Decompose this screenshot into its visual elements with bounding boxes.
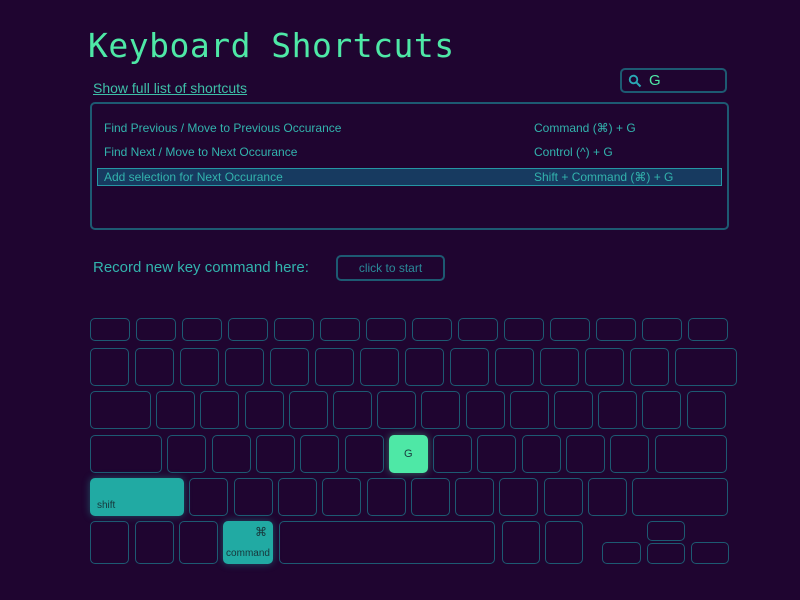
- key[interactable]: [182, 318, 222, 341]
- key[interactable]: [521, 435, 561, 473]
- command-symbol-icon: ⌘: [255, 525, 267, 539]
- key[interactable]: [642, 318, 682, 341]
- key[interactable]: [642, 391, 682, 429]
- key[interactable]: [377, 391, 417, 429]
- key[interactable]: [550, 318, 590, 341]
- key[interactable]: [225, 348, 264, 386]
- key[interactable]: [320, 318, 360, 341]
- key-label: shift: [97, 500, 116, 511]
- key[interactable]: [200, 391, 240, 429]
- key[interactable]: [322, 478, 362, 516]
- key[interactable]: [156, 391, 196, 429]
- key[interactable]: [610, 435, 650, 473]
- key[interactable]: [455, 478, 495, 516]
- key[interactable]: [90, 521, 129, 564]
- key[interactable]: [288, 391, 328, 429]
- key[interactable]: [465, 391, 505, 429]
- key[interactable]: [433, 435, 473, 473]
- key[interactable]: [277, 478, 317, 516]
- key[interactable]: [135, 521, 174, 564]
- key-label: command: [226, 548, 270, 559]
- key[interactable]: [189, 478, 229, 516]
- key[interactable]: [554, 391, 593, 429]
- key[interactable]: [540, 348, 579, 386]
- key[interactable]: [366, 478, 406, 516]
- key[interactable]: [654, 435, 727, 473]
- key[interactable]: [255, 435, 295, 473]
- key-arrow-right[interactable]: [691, 542, 729, 564]
- key[interactable]: [366, 318, 406, 341]
- key[interactable]: [410, 478, 450, 516]
- key[interactable]: [333, 391, 372, 429]
- key-arrow-left[interactable]: [602, 542, 641, 564]
- key[interactable]: [136, 318, 176, 341]
- key[interactable]: [211, 435, 251, 473]
- key-arrow-down[interactable]: [647, 543, 685, 564]
- keyboard-shortcuts-page: Keyboard Shortcuts Show full list of sho…: [0, 0, 800, 600]
- key[interactable]: [228, 318, 268, 341]
- key[interactable]: [274, 318, 314, 341]
- key[interactable]: [90, 318, 130, 341]
- key-arrow-up[interactable]: [647, 521, 685, 541]
- key[interactable]: [405, 348, 444, 386]
- key[interactable]: [588, 478, 627, 516]
- key[interactable]: [632, 478, 729, 516]
- key[interactable]: [179, 521, 218, 564]
- key[interactable]: [90, 391, 151, 429]
- key[interactable]: [495, 348, 534, 386]
- key[interactable]: [458, 318, 498, 341]
- key[interactable]: [450, 348, 489, 386]
- key[interactable]: [630, 348, 669, 386]
- key[interactable]: [509, 391, 549, 429]
- key-g[interactable]: G: [388, 435, 428, 473]
- key[interactable]: [412, 318, 452, 341]
- key[interactable]: [598, 391, 638, 429]
- key-space[interactable]: [279, 521, 495, 564]
- key[interactable]: [566, 435, 605, 473]
- key[interactable]: [585, 348, 624, 386]
- key-label: G: [404, 448, 413, 460]
- keyboard: Gshift ⌘ command: [0, 0, 800, 600]
- key[interactable]: [135, 348, 174, 386]
- key-shift[interactable]: shift: [90, 478, 184, 516]
- key[interactable]: [499, 478, 539, 516]
- key[interactable]: [502, 521, 540, 564]
- key[interactable]: [477, 435, 517, 473]
- key[interactable]: [167, 435, 207, 473]
- key[interactable]: [504, 318, 544, 341]
- key[interactable]: [688, 318, 728, 341]
- key[interactable]: [244, 391, 284, 429]
- key[interactable]: [315, 348, 354, 386]
- key[interactable]: [596, 318, 636, 341]
- key[interactable]: [686, 391, 726, 429]
- key[interactable]: [90, 435, 162, 473]
- key[interactable]: [360, 348, 399, 386]
- key[interactable]: [545, 521, 583, 564]
- key[interactable]: [233, 478, 273, 516]
- key[interactable]: [675, 348, 737, 386]
- key[interactable]: [421, 391, 461, 429]
- key[interactable]: [543, 478, 583, 516]
- key[interactable]: [300, 435, 340, 473]
- key[interactable]: [180, 348, 219, 386]
- key-command[interactable]: ⌘ command: [223, 521, 273, 564]
- key[interactable]: [270, 348, 309, 386]
- key[interactable]: [90, 348, 129, 386]
- key[interactable]: [344, 435, 384, 473]
